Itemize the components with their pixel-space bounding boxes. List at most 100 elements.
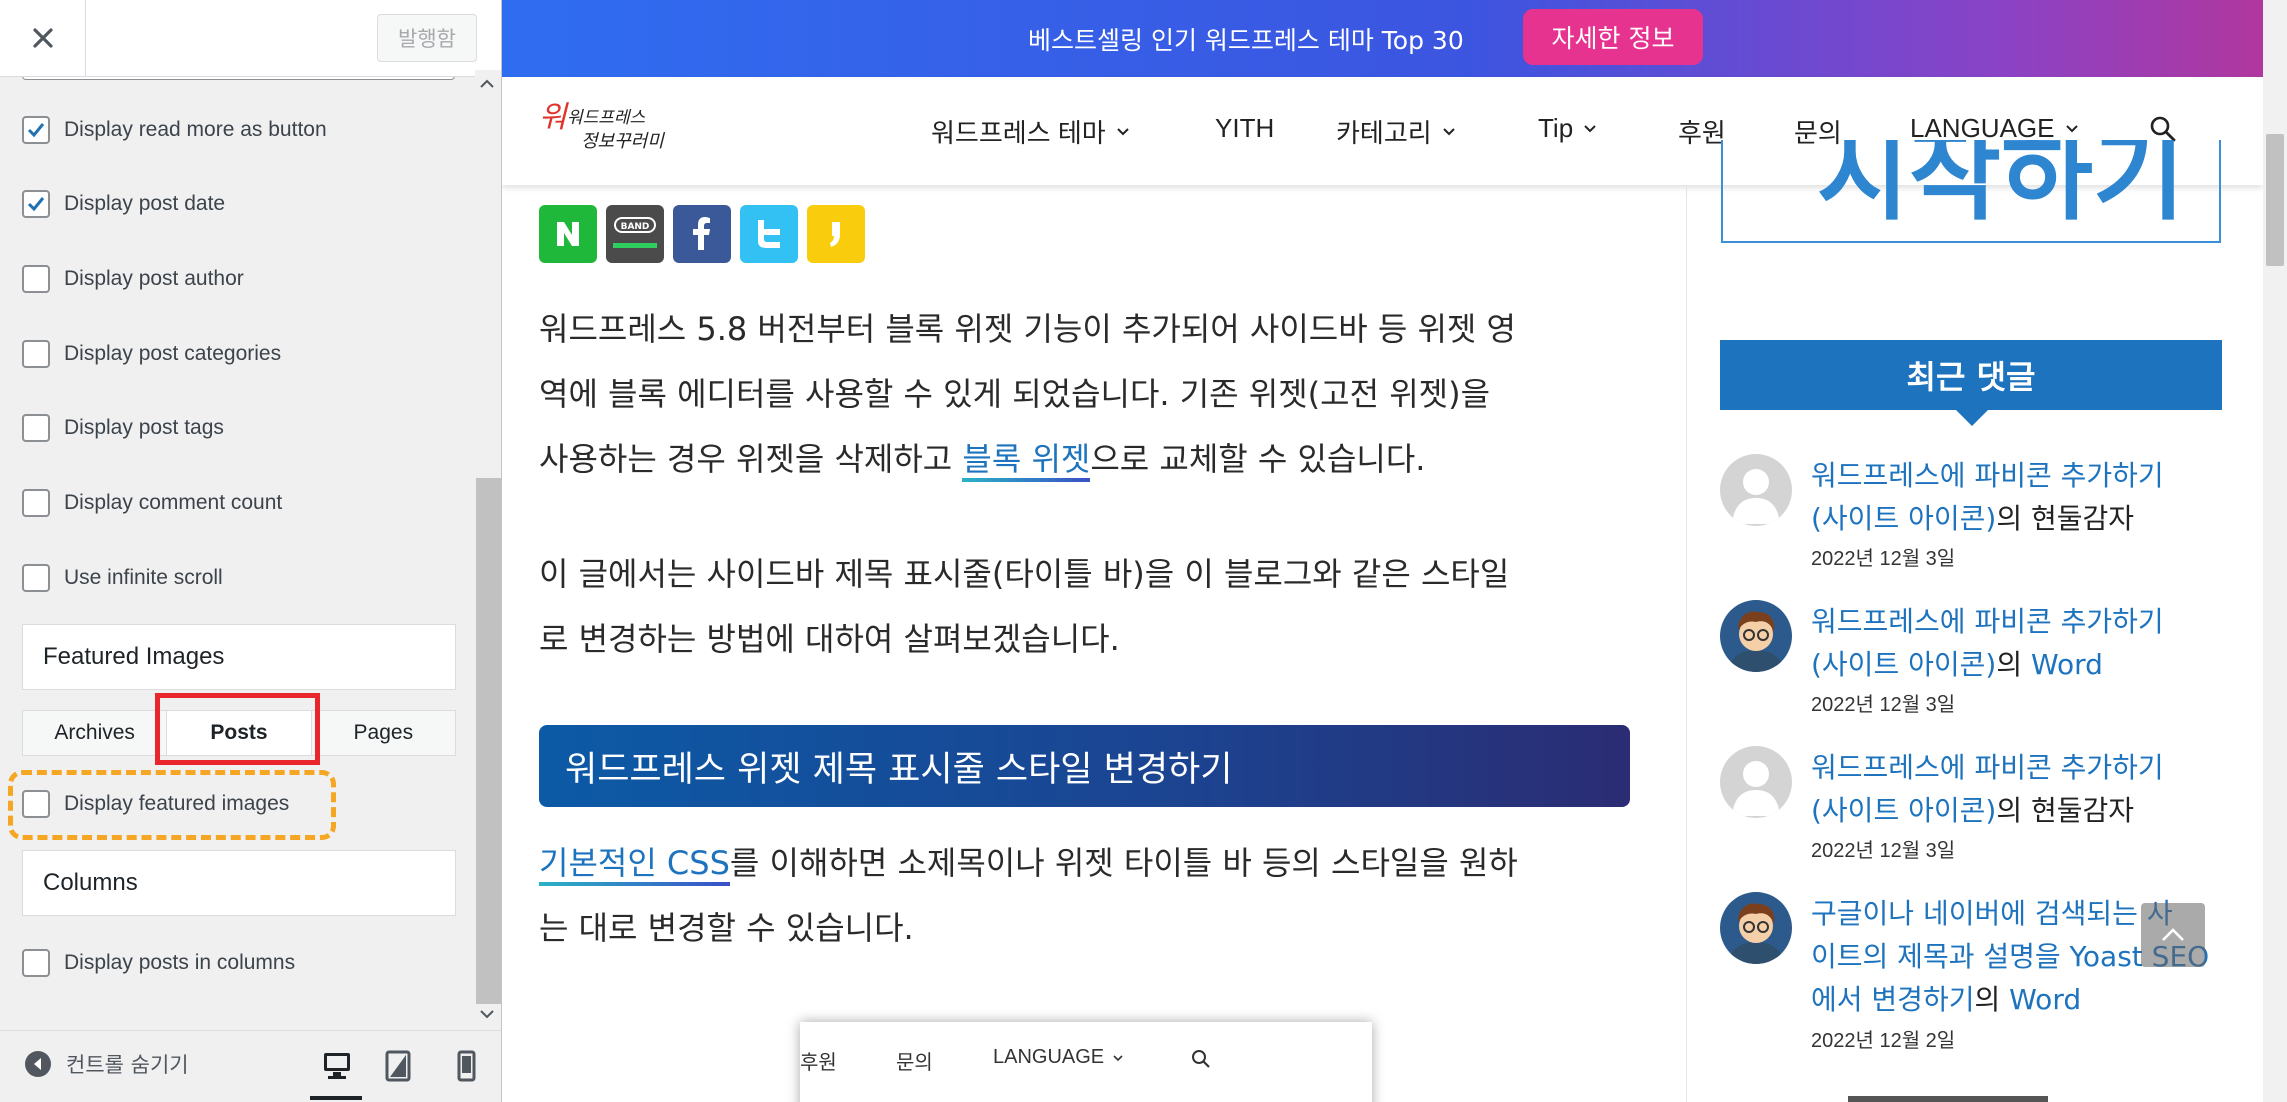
comment-post-link[interactable]: (사이트 아이콘) [1811,502,1996,535]
facebook-share-button[interactable] [673,205,731,263]
checkbox-read-more-button[interactable] [22,116,50,144]
comment-post-link[interactable]: 구글이나 네이버에 검색되는 사 [1811,897,2173,930]
window-scrollbar-thumb[interactable] [2266,134,2284,266]
comment-post-link[interactable]: (사이트 아이콘) [1811,648,1996,681]
block-widget-link[interactable]: 블록 위젯 [962,440,1091,482]
option-label: Display comment count [64,491,283,514]
paragraph-line: 사용하는 경우 위젯을 삭제하고 블록 위젯으로 교체할 수 있습니다. [539,427,1629,492]
checkbox-infinite-scroll[interactable] [22,564,50,592]
back-to-top-button[interactable] [2141,903,2205,967]
option-label: Display post author [64,267,244,290]
comment-post-link[interactable]: 에서 변경하기 [1811,983,1974,1016]
option-read-more-button[interactable]: Display read more as button [22,114,327,146]
checkmark-icon [27,123,45,138]
embedded-nav-support: 후원 [800,1052,837,1074]
option-post-categories[interactable]: Display post categories [22,338,281,370]
site-preview: 베스트셀링 인기 워드프레스 테마 Top 30 자세한 정보 워 워드프레스 … [502,0,2263,1102]
svg-text:워: 워 [539,100,569,135]
comment-author-link[interactable]: Word [2009,983,2081,1016]
checkbox-post-tags[interactable] [22,414,50,442]
customizer-panel: 발행함 Display read more as button Display … [0,0,502,1102]
cartoon-avatar-icon [1720,600,1792,672]
collapse-icon [25,1051,51,1077]
option-post-date[interactable]: Display post date [22,188,225,220]
tablet-icon[interactable] [380,1049,416,1085]
option-post-author[interactable]: Display post author [22,263,244,295]
tab-archives[interactable]: Archives [23,711,168,755]
close-icon [32,28,53,48]
option-posts-in-columns[interactable]: Display posts in columns [22,947,295,979]
naver-share-button[interactable] [539,205,597,263]
avatar [1720,892,1792,964]
recent-comments-title: 최근 댓글 [1720,340,2222,410]
basic-css-link[interactable]: 기본적인 CSS [539,844,730,886]
comment-date: 2022년 12월 3일 [1811,694,1956,716]
sidebar-ad-banner[interactable]: 시작하기 [1721,140,2221,243]
option-infinite-scroll[interactable]: Use infinite scroll [22,562,223,594]
panel-scrollbar-thumb[interactable] [476,478,501,1004]
checkbox-post-categories[interactable] [22,340,50,368]
chevron-up-icon [2162,928,2184,941]
publish-button[interactable]: 발행함 [377,14,477,62]
promo-bar: 베스트셀링 인기 워드프레스 테마 Top 30 자세한 정보 [502,0,2263,77]
paragraph-line: 기본적인 CSS를 이해하면 소제목이나 위젯 타이틀 바 등의 스타일을 원하 [539,831,1629,896]
nav-item-support[interactable]: 후원 [1678,113,1726,150]
avatar [1720,454,1792,526]
nav-label: 워드프레스 테마 [931,118,1106,148]
comment-post-link[interactable]: 워드프레스에 파비콘 추가하기 [1811,605,2164,638]
promo-button[interactable]: 자세한 정보 [1523,9,1703,65]
checkbox-post-date[interactable] [22,190,50,218]
comment-date: 2022년 12월 3일 [1811,548,1956,570]
comment-author: 의 현둘감자 [1996,794,2135,827]
post-paragraph-3: 기본적인 CSS를 이해하면 소제목이나 위젯 타이틀 바 등의 스타일을 원하… [539,831,1629,961]
scroll-up-icon[interactable] [479,78,495,90]
embedded-nav-language: LANGUAGE [993,1046,1124,1069]
paragraph-line: 워드프레스 5.8 버전부터 블록 위젯 기능이 추가되어 사이드바 등 위젯 … [539,310,1516,348]
cartoon-avatar-icon [1720,892,1792,964]
checkmark-icon [27,197,45,212]
paragraph-line: 역에 블록 에디터를 사용할 수 있게 되었습니다. 기존 위젯(고전 위젯)을 [539,375,1491,413]
close-customizer-button[interactable] [0,0,86,76]
band-share-button[interactable]: BAND [606,205,664,263]
option-comment-count[interactable]: Display comment count [22,487,282,519]
nav-item-tip[interactable]: Tip [1538,113,1597,144]
checkbox-comment-count[interactable] [22,489,50,517]
option-post-tags[interactable]: Display post tags [22,412,224,444]
text-span: 사용하는 경우 위젯을 삭제하고 [539,440,963,478]
comment-author-link[interactable]: Word [2031,648,2103,681]
mobile-icon[interactable] [448,1049,484,1085]
featured-images-heading: Featured Images [22,624,456,690]
facebook-icon [693,217,710,250]
nav-label: 카테고리 [1336,118,1432,148]
ad-text: 시작하기 [1817,140,2185,234]
comment-post-link[interactable]: 워드프레스에 파비콘 추가하기 [1811,751,2164,784]
comment-text: 워드프레스에 파비콘 추가하기 (사이트 아이콘)의 현둘감자 [1811,454,2241,540]
kakao-share-button[interactable] [807,205,865,263]
comment-post-link[interactable]: 워드프레스에 파비콘 추가하기 [1811,459,2164,492]
tab-pages[interactable]: Pages [312,711,455,755]
sidebar-element-edge [1848,1096,2048,1102]
comment-author-prefix: 의 [1996,648,2031,681]
nav-item-yith[interactable]: YITH [1215,113,1274,144]
checkbox-post-author[interactable] [22,265,50,293]
hide-controls-label: 컨트롤 숨기기 [66,1053,189,1077]
comment-author: 의 현둘감자 [1996,502,2135,535]
widget-title-arrow [1956,410,1988,426]
option-label: Display read more as button [64,118,327,141]
scroll-down-icon[interactable] [479,1008,495,1020]
desktop-icon[interactable] [312,1049,360,1085]
option-label: Display post categories [64,342,282,365]
hide-controls-button[interactable]: 컨트롤 숨기기 [24,1049,189,1079]
site-logo[interactable]: 워 워드프레스 정보꾸러미 [537,99,677,161]
search-icon[interactable] [2149,115,2177,143]
embedded-screenshot: 후원 문의 LANGUAGE [800,1022,1372,1102]
comment-post-link[interactable]: (사이트 아이콘) [1811,794,1996,827]
checkbox-posts-in-columns[interactable] [22,949,50,977]
twitter-share-button[interactable] [740,205,798,263]
default-avatar-icon [1720,454,1792,526]
nav-item-themes[interactable]: 워드프레스 테마 [931,113,1130,150]
comment-text: 워드프레스에 파비콘 추가하기 (사이트 아이콘)의 현둘감자 [1811,746,2241,832]
post-heading: 워드프레스 위젯 제목 표시줄 스타일 변경하기 [539,725,1630,807]
embedded-nav-contact: 문의 [896,1052,933,1074]
nav-item-category[interactable]: 카테고리 [1336,113,1456,150]
